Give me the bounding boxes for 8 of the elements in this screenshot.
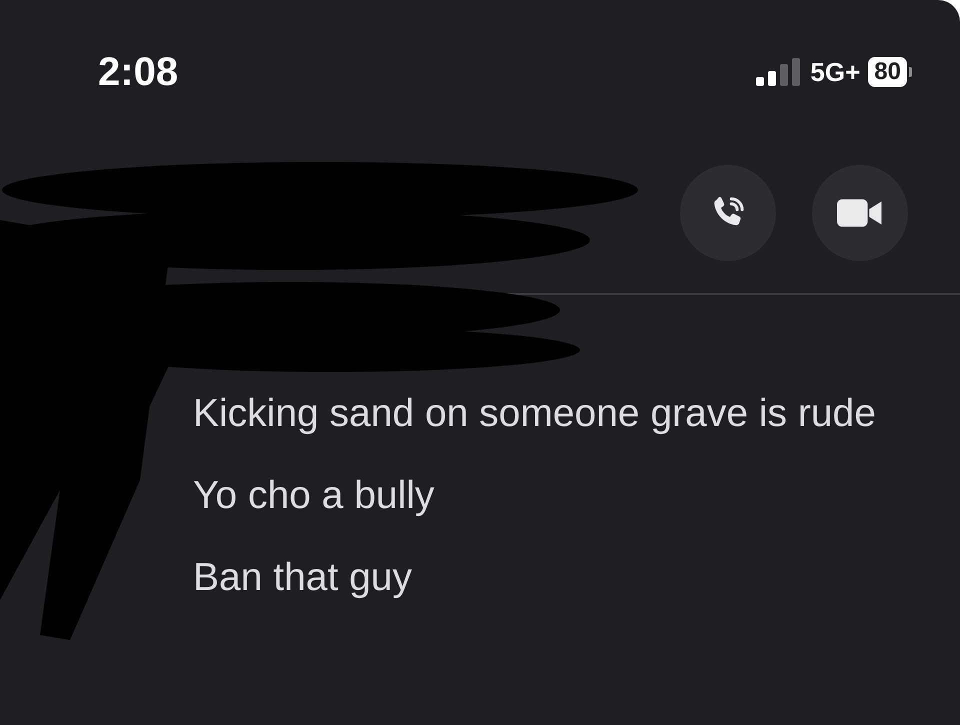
network-label: 5G+ bbox=[810, 56, 860, 88]
message-text: Ban that guy bbox=[193, 555, 413, 601]
signal-icon bbox=[756, 58, 802, 86]
message-text: Yo cho a bully bbox=[193, 473, 436, 519]
status-time: 2:08 bbox=[98, 50, 178, 94]
video-camera-icon bbox=[837, 197, 883, 229]
battery-indicator: 80 bbox=[868, 57, 907, 87]
message-text: Kicking sand on someone grave is rude bbox=[193, 391, 877, 437]
